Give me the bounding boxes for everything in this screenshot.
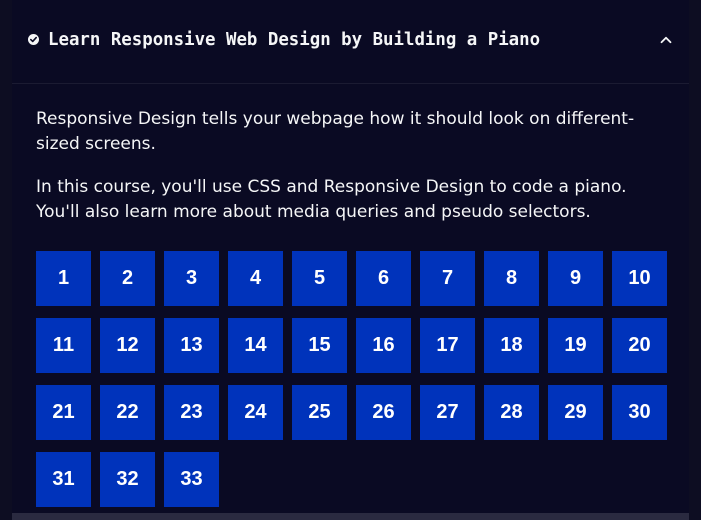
step-button[interactable]: 17 (420, 318, 475, 373)
step-button[interactable]: 11 (36, 318, 91, 373)
chevron-up-icon[interactable] (660, 34, 672, 46)
left-edge (0, 0, 12, 520)
step-button[interactable]: 1 (36, 251, 91, 306)
course-intro-text: Responsive Design tells your webpage how… (36, 109, 635, 154)
step-button[interactable]: 18 (484, 318, 539, 373)
step-button[interactable]: 8 (484, 251, 539, 306)
step-button[interactable]: 25 (292, 385, 347, 440)
step-grid: 1 2 3 4 5 6 7 8 9 10 11 12 13 14 15 16 17 18 19 20 21 22 23 24 2… (36, 251, 676, 507)
page: Learn Responsive Web Design by Building … (0, 0, 701, 520)
step-button[interactable]: 3 (164, 251, 219, 306)
check-circle-icon (28, 34, 39, 45)
step-button[interactable]: 26 (356, 385, 411, 440)
course-title: Learn Responsive Web Design by Building … (48, 30, 541, 50)
step-button[interactable]: 7 (420, 251, 475, 306)
step-button[interactable]: 5 (292, 251, 347, 306)
step-button[interactable]: 13 (164, 318, 219, 373)
step-button[interactable]: 27 (420, 385, 475, 440)
step-button[interactable]: 22 (100, 385, 155, 440)
step-button[interactable]: 2 (100, 251, 155, 306)
step-button[interactable]: 9 (548, 251, 603, 306)
step-button[interactable]: 30 (612, 385, 667, 440)
step-button[interactable]: 28 (484, 385, 539, 440)
step-button[interactable]: 24 (228, 385, 283, 440)
step-button[interactable]: 12 (100, 318, 155, 373)
step-button[interactable]: 33 (164, 452, 219, 507)
step-button[interactable]: 32 (100, 452, 155, 507)
panel-bottom-border (12, 513, 689, 520)
step-button[interactable]: 4 (228, 251, 283, 306)
step-button[interactable]: 29 (548, 385, 603, 440)
right-edge (689, 0, 701, 520)
step-button[interactable]: 31 (36, 452, 91, 507)
step-button[interactable]: 14 (228, 318, 283, 373)
course-panel: Learn Responsive Web Design by Building … (12, 0, 689, 513)
step-button[interactable]: 23 (164, 385, 219, 440)
course-details-text: In this course, you'll use CSS and Respo… (36, 177, 627, 222)
step-button[interactable]: 21 (36, 385, 91, 440)
step-button[interactable]: 16 (356, 318, 411, 373)
step-button[interactable]: 6 (356, 251, 411, 306)
course-header-toggle[interactable]: Learn Responsive Web Design by Building … (12, 0, 689, 84)
step-button[interactable]: 19 (548, 318, 603, 373)
step-button[interactable]: 10 (612, 251, 667, 306)
step-button[interactable]: 15 (292, 318, 347, 373)
step-button[interactable]: 20 (612, 318, 667, 373)
